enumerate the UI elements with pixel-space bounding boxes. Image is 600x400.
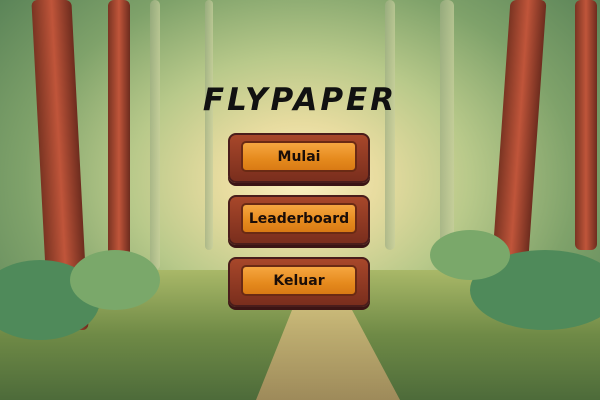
- foreground-tree: [575, 0, 597, 250]
- bush: [70, 250, 160, 310]
- background-tree: [440, 0, 454, 260]
- start-button[interactable]: Mulai: [228, 133, 370, 183]
- background-tree: [205, 0, 213, 250]
- leaderboard-button-label: Leaderboard: [241, 203, 357, 234]
- background-tree: [385, 0, 395, 250]
- exit-button-label: Keluar: [241, 265, 357, 296]
- bush: [430, 230, 510, 280]
- foreground-tree: [108, 0, 130, 280]
- exit-button[interactable]: Keluar: [228, 257, 370, 307]
- background-tree: [150, 0, 160, 270]
- leaderboard-button[interactable]: Leaderboard: [228, 195, 370, 245]
- game-title: FLYPAPER: [202, 82, 398, 118]
- start-button-label: Mulai: [241, 141, 357, 172]
